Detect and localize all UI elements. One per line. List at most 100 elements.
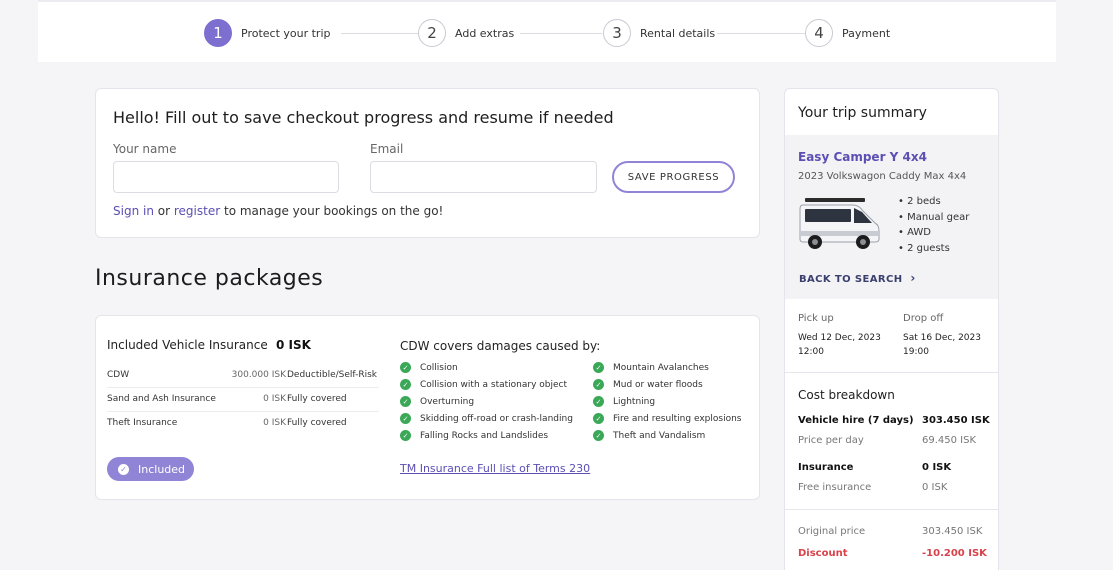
back-to-search-label: BACK TO SEARCH (799, 274, 903, 285)
camper-van-image (799, 198, 880, 249)
pickup-label: Pick up (798, 313, 834, 324)
pickup-date: Wed 12 Dec, 2023 (798, 333, 881, 343)
sign-in-line: Sign in or register to manage your booki… (113, 204, 443, 218)
vehicle-section: Easy Camper Y 4x4 2023 Volkswagon Caddy … (785, 135, 998, 299)
original-price-label: Original price (798, 526, 866, 537)
green-check-icon: ✓ (593, 396, 604, 407)
insurance-package-card: Included Vehicle Insurance 0 ISK CDW 300… (95, 315, 760, 500)
cdw-item: ✓ Mud or water floods (593, 379, 703, 390)
insurance-row-name: Sand and Ash Insurance (107, 394, 216, 404)
included-label: Included (138, 462, 186, 476)
insurance-row-coverage: Deductible/Self-Risk (287, 370, 377, 380)
step-label: Rental details (640, 26, 716, 40)
green-check-icon: ✓ (400, 430, 411, 441)
vehicle-feature: • 2 guests (898, 243, 950, 254)
dropoff-label: Drop off (903, 313, 944, 324)
name-label: Your name (113, 142, 177, 156)
vehicle-feature: • Manual gear (898, 212, 970, 223)
insurance-cost-value: 0 ISK (922, 462, 952, 473)
summary-divider (785, 372, 998, 373)
step-number: 4 (805, 19, 833, 47)
cdw-item: ✓ Collision with a stationary object (400, 379, 567, 390)
vehicle-hire-row: Vehicle hire (7 days) 303.450 ISK (798, 415, 990, 426)
cdw-title: CDW covers damages caused by: (400, 339, 601, 353)
vehicle-name: Easy Camper Y 4x4 (798, 150, 927, 164)
insurance-row-price: 0 ISK (263, 418, 286, 428)
chevron-right-icon: › (910, 271, 916, 285)
step-payment[interactable]: 4 Payment (805, 19, 890, 47)
name-input[interactable] (113, 161, 339, 193)
green-check-icon: ✓ (400, 396, 411, 407)
insurance-section-title: Insurance packages (95, 266, 324, 291)
step-label: Protect your trip (241, 26, 331, 40)
insurance-row-coverage: Fully covered (287, 418, 347, 428)
included-button[interactable]: ✓ Included (107, 457, 194, 481)
price-per-day-label: Price per day (798, 435, 864, 446)
free-insurance-row: Free insurance 0 ISK (798, 482, 990, 493)
green-check-icon: ✓ (593, 379, 604, 390)
cdw-item-label: Falling Rocks and Landslides (420, 430, 549, 441)
terms-link[interactable]: TM Insurance Full list of Terms 230 (400, 462, 590, 475)
vehicle-feature: • 2 beds (898, 196, 941, 207)
insurance-row: Theft Insurance 0 ISK Fully covered (107, 412, 379, 436)
dropoff-time: 19:00 (903, 347, 929, 357)
green-check-icon: ✓ (400, 413, 411, 424)
original-price-value: 303.450 ISK (922, 526, 983, 537)
cdw-item-label: Skidding off-road or crash-landing (420, 413, 573, 424)
vehicle-hire-label: Vehicle hire (7 days) (798, 415, 914, 426)
step-connector (717, 33, 805, 34)
save-progress-button[interactable]: SAVE PROGRESS (612, 161, 735, 193)
checkout-stepper: 1 Protect your trip 2 Add extras 3 Renta… (38, 0, 1056, 62)
email-input[interactable] (370, 161, 597, 193)
cdw-item-label: Mud or water floods (613, 379, 703, 390)
trip-summary-title: Your trip summary (798, 105, 927, 121)
step-protect-trip[interactable]: 1 Protect your trip (204, 19, 331, 47)
cdw-item: ✓ Falling Rocks and Landslides (400, 430, 548, 441)
step-add-extras[interactable]: 2 Add extras (418, 19, 514, 47)
free-insurance-value: 0 ISK (922, 482, 948, 493)
discount-row: Discount -10.200 ISK (798, 548, 990, 559)
step-rental-details[interactable]: 3 Rental details (603, 19, 715, 47)
cdw-item: ✓ Overturning (400, 396, 474, 407)
vehicle-hire-value: 303.450 ISK (922, 415, 990, 426)
step-number: 2 (418, 19, 446, 47)
step-connector (520, 33, 602, 34)
package-name: Included Vehicle Insurance (107, 338, 268, 352)
back-to-search-link[interactable]: BACK TO SEARCH › (799, 271, 916, 285)
vehicle-feature: • AWD (898, 227, 931, 238)
vehicle-model: 2023 Volkswagon Caddy Max 4x4 (798, 171, 967, 182)
step-number: 1 (204, 19, 232, 47)
step-label: Payment (842, 26, 891, 40)
insurance-row: CDW 300.000 ISK Deductible/Self-Risk (107, 364, 379, 388)
green-check-icon: ✓ (400, 362, 411, 373)
insurance-cost-label: Insurance (798, 462, 854, 473)
insurance-row-price: 0 ISK (263, 394, 286, 404)
cdw-item: ✓ Collision (400, 362, 458, 373)
cost-breakdown-title: Cost breakdown (798, 388, 895, 402)
sign-in-link[interactable]: Sign in (113, 204, 154, 218)
insurance-row-name: Theft Insurance (107, 418, 178, 428)
discount-value: -10.200 ISK (922, 548, 987, 559)
cdw-item-label: Overturning (420, 396, 475, 407)
cdw-item: ✓ Lightning (593, 396, 655, 407)
cdw-item: ✓ Theft and Vandalism (593, 430, 705, 441)
insurance-row-coverage: Fully covered (287, 394, 347, 404)
manage-text: to manage your bookings on the go! (223, 204, 444, 218)
email-label: Email (370, 142, 404, 156)
check-circle-icon: ✓ (118, 463, 129, 475)
green-check-icon: ✓ (400, 379, 411, 390)
cdw-item-label: Fire and resulting explosions (613, 413, 742, 424)
insurance-row-name: CDW (107, 370, 130, 380)
cdw-item: ✓ Mountain Avalanches (593, 362, 709, 373)
free-insurance-label: Free insurance (798, 482, 872, 493)
cdw-item-label: Collision (420, 362, 458, 373)
cdw-item-label: Lightning (613, 396, 656, 407)
save-progress-title: Hello! Fill out to save checkout progres… (113, 108, 614, 127)
dropoff-date: Sat 16 Dec, 2023 (903, 333, 981, 343)
summary-divider (785, 509, 998, 510)
save-progress-card: Hello! Fill out to save checkout progres… (95, 88, 760, 238)
step-label: Add extras (455, 26, 515, 40)
register-link[interactable]: register (174, 204, 220, 218)
step-number: 3 (603, 19, 631, 47)
cdw-item-label: Theft and Vandalism (613, 430, 706, 441)
